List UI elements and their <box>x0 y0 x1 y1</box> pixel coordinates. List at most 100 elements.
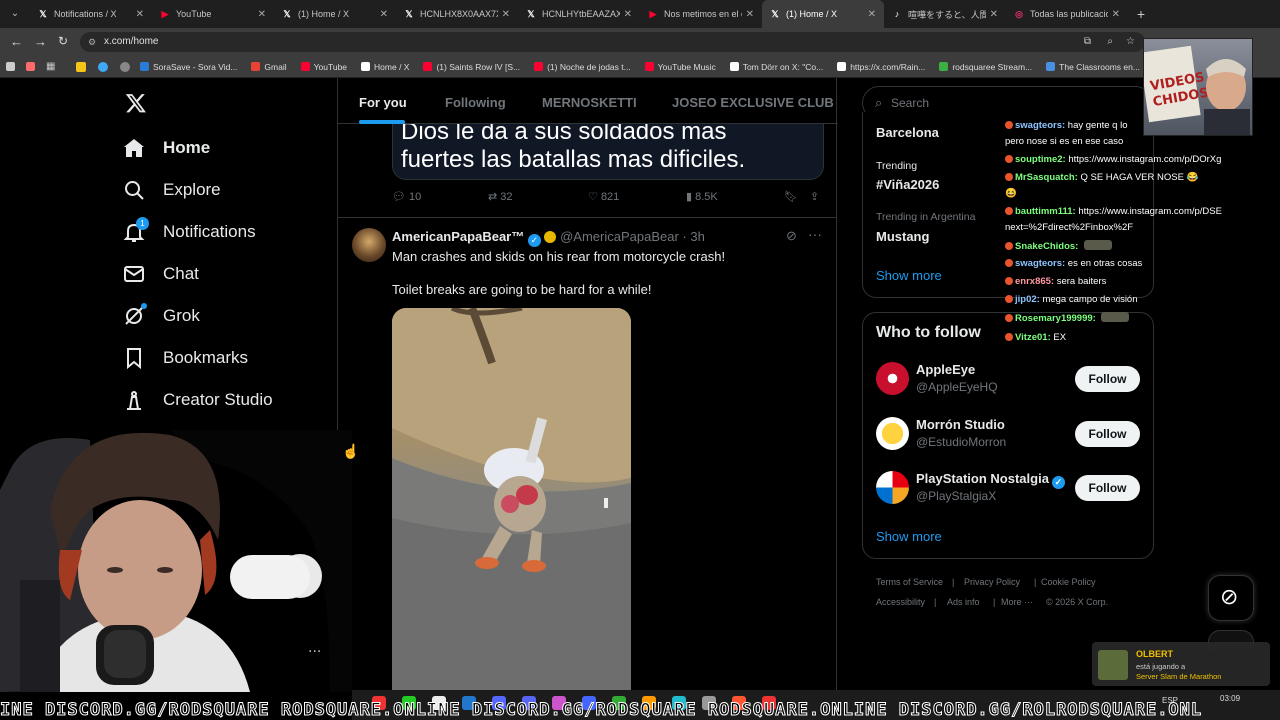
bookmark-item[interactable]: Tom Dörr on X: "Co... <box>729 62 823 72</box>
trend-name-3[interactable]: Mustang <box>876 229 929 244</box>
bookmark-icon-c[interactable] <box>98 62 108 72</box>
footer-link[interactable]: Ads info <box>947 597 980 607</box>
follow-button[interactable]: Follow <box>1075 475 1140 501</box>
footer-link[interactable]: Accessibility <box>876 597 925 607</box>
forward-icon[interactable]: → <box>34 34 47 49</box>
suggested-account-name[interactable]: Morrón Studio <box>916 417 1005 432</box>
bookmark-item[interactable]: SoraSave - Sora Vid... <box>140 62 237 72</box>
post-action-bar: 💬︎ 10 ⇄ 32 ♡ 821 ▮ 8.5K 🔖︎ ⇪ <box>392 190 824 206</box>
footer-link[interactable]: Terms of Service <box>876 577 943 587</box>
suggested-account-name[interactable]: PlayStation Nostalgia ✓ <box>916 471 1065 489</box>
suggested-account-avatar[interactable] <box>876 417 909 450</box>
suggested-account-handle[interactable]: @AppleEyeHQ <box>916 380 998 394</box>
follow-button[interactable]: Follow <box>1075 366 1140 392</box>
post-author-name[interactable]: AmericanPapaBear™ <box>392 229 524 244</box>
view-count: 8.5K <box>695 191 718 203</box>
close-tab-icon[interactable]: ✕ <box>502 9 510 20</box>
bookmark-item[interactable]: (1) Noche de jodas t... <box>534 62 631 72</box>
nav-item-explore[interactable]: Explore <box>122 178 221 202</box>
bookmark-item[interactable]: Home / X <box>361 62 409 72</box>
post-video[interactable] <box>392 308 631 690</box>
follow-button[interactable]: Follow <box>1075 421 1140 447</box>
back-icon[interactable]: ← <box>10 34 23 49</box>
zoom-icon[interactable]: ⌕ <box>1107 32 1113 52</box>
close-tab-icon[interactable]: ✕ <box>746 9 754 20</box>
close-tab-icon[interactable]: ✕ <box>868 9 876 20</box>
browser-tab[interactable]: 𝕏 HCNLHYtbEAAZAXM ✕ <box>518 0 640 28</box>
close-tab-icon[interactable]: ✕ <box>624 9 632 20</box>
close-tab-icon[interactable]: ✕ <box>1112 9 1120 20</box>
footer-link[interactable]: Privacy Policy <box>964 577 1020 587</box>
bookmark-item[interactable]: rodsquaree Stream... <box>939 62 1032 72</box>
close-tab-icon[interactable]: ✕ <box>380 9 388 20</box>
close-tab-icon[interactable]: ✕ <box>258 9 266 20</box>
more-options-icon[interactable]: ··· <box>808 226 822 242</box>
close-tab-icon[interactable]: ✕ <box>136 9 144 20</box>
browser-tab[interactable]: 𝕏 Notifications / X ✕ <box>30 0 152 28</box>
new-tab-button[interactable]: + <box>1128 6 1154 22</box>
avatar[interactable] <box>352 228 386 262</box>
suggested-account-avatar[interactable] <box>876 362 909 395</box>
browser-tab[interactable]: 𝕏 HCNLHX8X0AAX7X9 ✕ <box>396 0 518 28</box>
bookmark-icon-a[interactable] <box>26 62 35 71</box>
bookmark-item[interactable]: YouTube Music <box>644 62 716 72</box>
apps-icon[interactable] <box>6 62 15 71</box>
bookmark-icon-d[interactable] <box>120 62 130 72</box>
site-info-icon[interactable]: ⚙ <box>88 32 96 52</box>
grok-icon: ⊘ <box>1220 584 1239 609</box>
grok-explain-icon[interactable]: ⊘ <box>786 228 797 244</box>
bookmark-item[interactable]: (1) Saints Row IV [S... <box>423 62 520 72</box>
tab-mernosketti[interactable]: MERNOSKETTI <box>542 95 637 110</box>
bookmark-icon-b[interactable] <box>76 62 86 72</box>
suggested-account-name[interactable]: AppleEye <box>916 362 975 377</box>
tab-joseo-exclusive-club[interactable]: JOSEO EXCLUSIVE CLUB <box>672 95 834 110</box>
grok-floating-button[interactable]: ⊘ <box>1208 575 1254 621</box>
nav-item-notifications[interactable]: 1 Notifications <box>122 217 256 244</box>
tab-search-chevron-icon[interactable]: ⌄ <box>0 0 30 28</box>
bookmark-post-icon[interactable]: 🔖︎ <box>784 190 798 203</box>
reload-icon[interactable]: ↻ <box>58 34 68 48</box>
nav-item-home[interactable]: Home <box>122 136 210 160</box>
post-time[interactable]: · 3h <box>682 229 704 244</box>
nav-item-chat[interactable]: Chat <box>122 262 199 286</box>
star-bookmark-icon[interactable]: ☆ <box>1126 32 1135 52</box>
bookmark-item[interactable]: The Classrooms en... <box>1046 62 1140 72</box>
install-icon[interactable]: ⧉ <box>1084 32 1091 52</box>
nav-item-bookmarks[interactable]: Bookmarks <box>122 346 248 370</box>
like-button[interactable]: ♡ 821 <box>588 190 619 203</box>
bookmark-item[interactable]: https://x.com/Rain... <box>837 62 925 72</box>
x-logo-icon[interactable] <box>125 92 147 114</box>
repost-button[interactable]: ⇄ 32 <box>488 190 513 203</box>
trend-name-1[interactable]: Barcelona <box>876 125 939 140</box>
close-tab-icon[interactable]: ✕ <box>990 9 998 20</box>
post-author-handle[interactable]: @AmericaPapaBear <box>560 229 679 244</box>
browser-tab[interactable]: 𝕏 (1) Home / X ✕ <box>274 0 396 28</box>
previous-post-media[interactable]: Dios le da a sus soldados mas fuertes la… <box>392 124 824 180</box>
nav-item-creator-studio[interactable]: Creator Studio <box>122 388 273 412</box>
browser-tab[interactable]: ▶ Nos metimos en el cu ✕ <box>640 0 762 28</box>
repost-count: 32 <box>500 191 513 203</box>
footer-link[interactable]: More ··· <box>1001 597 1033 607</box>
browser-tab[interactable]: ♪ 喧嘩をすると、人間大 ✕ <box>884 0 1006 28</box>
trend-name-2[interactable]: #Viña2026 <box>876 177 939 192</box>
follow-show-more-link[interactable]: Show more <box>876 529 942 544</box>
views-button[interactable]: ▮ 8.5K <box>686 190 718 203</box>
browser-tab[interactable]: ◎ Todas las publicacion ✕ <box>1006 0 1128 28</box>
grid-icon[interactable]: ▦ <box>46 61 55 72</box>
trends-show-more-link[interactable]: Show more <box>876 268 942 283</box>
suggested-account-handle[interactable]: @EstudioMorron <box>916 435 1006 449</box>
address-bar[interactable]: ⚙ x.com/home ⧉ ⌕ ☆ <box>80 32 1145 52</box>
nav-item-grok[interactable]: Grok <box>122 303 200 328</box>
browser-tab[interactable]: ▶ YouTube ✕ <box>152 0 274 28</box>
suggested-account-avatar[interactable] <box>876 471 909 504</box>
tab-for-you[interactable]: For you <box>359 95 407 110</box>
footer-link[interactable]: Cookie Policy <box>1041 577 1096 587</box>
bookmark-item[interactable]: Gmail <box>251 62 287 72</box>
bookmark-label: Home / X <box>374 61 410 72</box>
reply-button[interactable]: 💬︎ 10 <box>392 190 421 203</box>
browser-tab[interactable]: 𝕏 (1) Home / X ✕ <box>762 0 884 28</box>
suggested-account-handle[interactable]: @PlayStalgiaX <box>916 489 996 503</box>
bookmark-item[interactable]: YouTube <box>300 62 347 72</box>
tab-following[interactable]: Following <box>445 95 506 110</box>
share-icon[interactable]: ⇪ <box>810 190 819 203</box>
